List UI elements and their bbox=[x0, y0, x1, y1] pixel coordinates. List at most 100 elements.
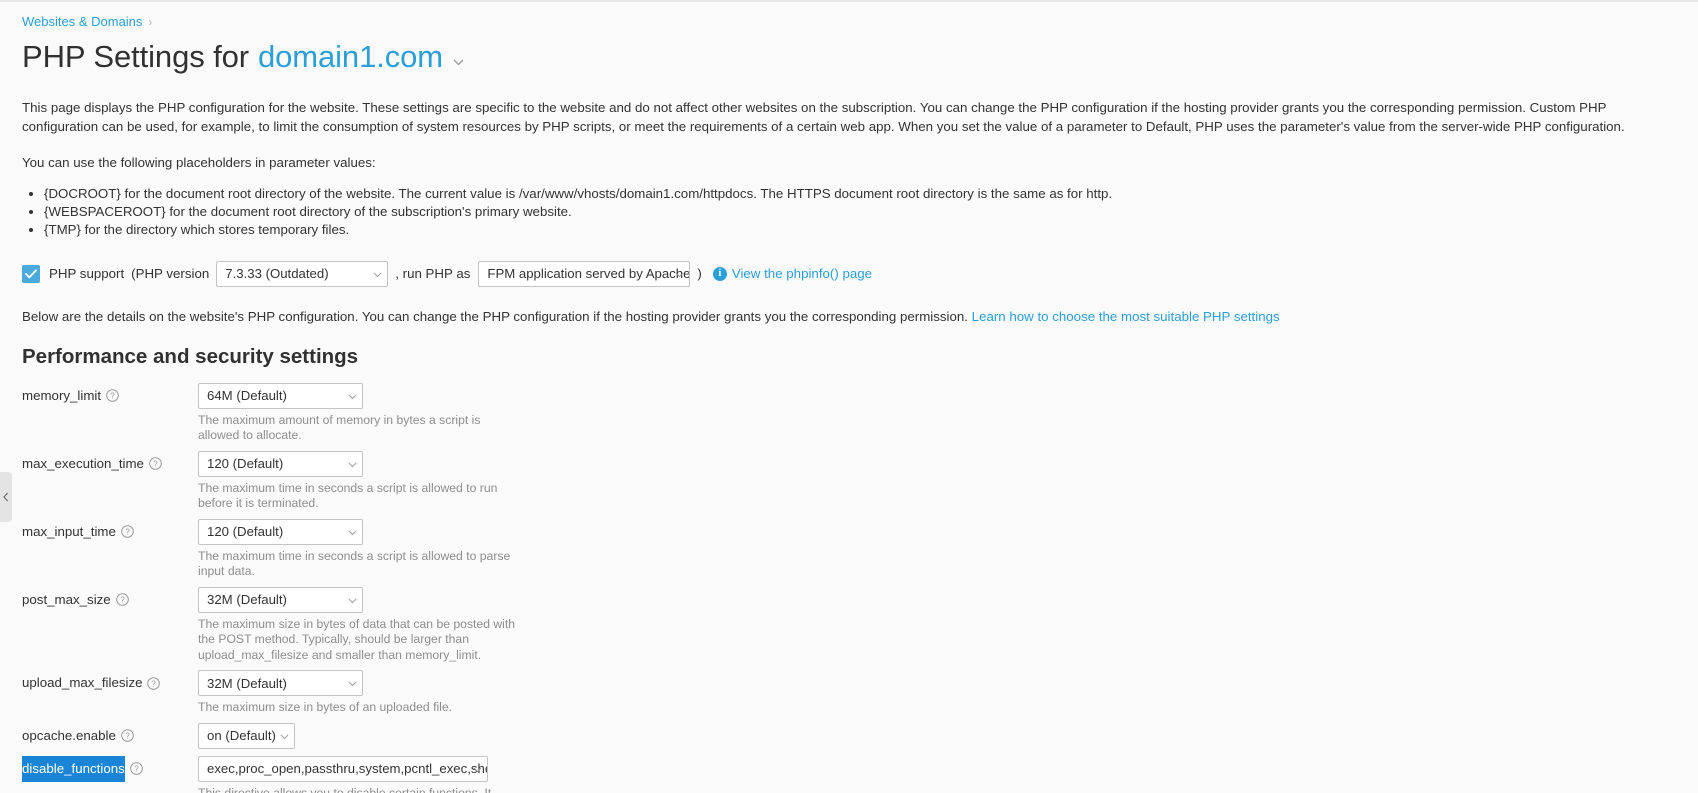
chevron-down-icon bbox=[473, 767, 482, 774]
svg-text:?: ? bbox=[134, 765, 139, 774]
setting-row-max-input-time: max_input_time ? 120 (Default) The maxim… bbox=[22, 518, 1676, 580]
setting-control-opcache-enable: on (Default) bbox=[198, 722, 295, 749]
php-support-checkbox[interactable] bbox=[22, 264, 40, 283]
svg-text:?: ? bbox=[120, 596, 125, 605]
help-icon[interactable]: ? bbox=[149, 457, 162, 471]
setting-row-upload-max-filesize: upload_max_filesize ? 32M (Default) The … bbox=[22, 670, 1676, 716]
placeholders-intro: You can use the following placeholders i… bbox=[22, 155, 376, 170]
chevron-down-icon bbox=[280, 734, 289, 741]
setting-label-upload-max-filesize: upload_max_filesize ? bbox=[22, 670, 198, 696]
placeholder-list: {DOCROOT} for the document root director… bbox=[22, 185, 1676, 239]
post-max-size-value: 32M (Default) bbox=[207, 592, 287, 608]
info-icon: i bbox=[712, 266, 727, 281]
disable-functions-select[interactable]: exec,proc_open,passthru,system,pcntl_exe… bbox=[198, 755, 488, 782]
setting-name: post_max_size bbox=[22, 591, 111, 607]
upload-max-filesize-select[interactable]: 32M (Default) bbox=[198, 670, 363, 697]
php-handler-select[interactable]: FPM application served by Apache bbox=[478, 260, 691, 287]
chevron-down-icon[interactable] bbox=[453, 55, 464, 68]
setting-row-opcache-enable: opcache.enable ? on (Default) bbox=[22, 722, 1676, 749]
setting-row-max-execution-time: max_execution_time ? 120 (Default) The m… bbox=[22, 450, 1676, 512]
page-title: PHP Settings for domain1.com bbox=[22, 38, 1676, 76]
setting-control-upload-max-filesize: 32M (Default) The maximum size in bytes … bbox=[198, 670, 452, 716]
checkmark-icon bbox=[25, 269, 37, 279]
setting-row-disable-functions: disable_functions ? exec,proc_open,passt… bbox=[22, 755, 1676, 793]
list-item: {TMP} for the directory which stores tem… bbox=[44, 221, 1676, 239]
opcache-enable-select[interactable]: on (Default) bbox=[198, 722, 295, 749]
chevron-down-icon bbox=[348, 462, 357, 469]
php-version-prefix: (PHP version bbox=[131, 266, 210, 282]
learn-php-settings-link[interactable]: Learn how to choose the most suitable PH… bbox=[972, 309, 1280, 324]
help-icon[interactable]: ? bbox=[115, 593, 129, 607]
breadcrumb: Websites & Domains › bbox=[22, 0, 1676, 30]
top-divider bbox=[0, 0, 1698, 2]
setting-name: disable_functions bbox=[22, 755, 125, 782]
page-title-domain-link[interactable]: domain1.com bbox=[258, 38, 443, 76]
setting-name: opcache.enable bbox=[22, 727, 116, 743]
view-phpinfo-link[interactable]: i View the phpinfo() page bbox=[712, 266, 873, 282]
setting-name: max_input_time bbox=[22, 523, 116, 539]
opcache-enable-value: on (Default) bbox=[207, 728, 276, 744]
settings-list: memory_limit ? 64M (Default) The maximum… bbox=[22, 382, 1676, 793]
setting-label-max-input-time: max_input_time ? bbox=[22, 519, 198, 545]
max-execution-time-value: 120 (Default) bbox=[207, 456, 284, 472]
setting-label-opcache-enable: opcache.enable ? bbox=[22, 723, 198, 749]
help-icon[interactable]: ? bbox=[106, 389, 119, 403]
setting-description: The maximum amount of memory in bytes a … bbox=[198, 412, 481, 443]
max-input-time-value: 120 (Default) bbox=[207, 524, 284, 540]
setting-control-disable-functions: exec,proc_open,passthru,system,pcntl_exe… bbox=[198, 755, 518, 793]
php-version-select[interactable]: 7.3.33 (Outdated) bbox=[216, 260, 389, 287]
help-icon[interactable]: ? bbox=[121, 729, 134, 743]
svg-text:?: ? bbox=[152, 679, 157, 688]
help-icon[interactable]: ? bbox=[147, 676, 161, 690]
chevron-down-icon bbox=[675, 272, 684, 279]
setting-label-disable-functions: disable_functions ? bbox=[22, 755, 198, 782]
max-input-time-select[interactable]: 120 (Default) bbox=[198, 518, 363, 545]
setting-control-post-max-size: 32M (Default) The maximum size in bytes … bbox=[198, 586, 518, 664]
svg-text:?: ? bbox=[110, 392, 115, 401]
breadcrumb-separator: › bbox=[148, 15, 153, 29]
page-title-prefix: PHP Settings for bbox=[22, 39, 249, 74]
setting-description: The maximum time in seconds a script is … bbox=[198, 480, 498, 511]
setting-control-memory-limit: 64M (Default) The maximum amount of memo… bbox=[198, 382, 518, 444]
chevron-down-icon bbox=[373, 272, 382, 279]
setting-row-memory-limit: memory_limit ? 64M (Default) The maximum… bbox=[22, 382, 1676, 444]
setting-label-post-max-size: post_max_size ? bbox=[22, 587, 198, 613]
setting-name: upload_max_filesize bbox=[22, 675, 143, 691]
php-version-value: 7.3.33 (Outdated) bbox=[225, 266, 329, 282]
memory-limit-select[interactable]: 64M (Default) bbox=[198, 382, 363, 409]
svg-text:?: ? bbox=[125, 732, 130, 741]
setting-name: max_execution_time bbox=[22, 455, 144, 471]
upload-max-filesize-value: 32M (Default) bbox=[207, 675, 287, 691]
setting-control-max-execution-time: 120 (Default) The maximum time in second… bbox=[198, 450, 518, 512]
setting-description: This directive allows you to disable cer… bbox=[198, 785, 492, 793]
breadcrumb-item-websites-domains[interactable]: Websites & Domains bbox=[22, 14, 142, 29]
svg-text:?: ? bbox=[153, 460, 158, 469]
list-item: {DOCROOT} for the document root director… bbox=[44, 185, 1676, 203]
close-paren: ) bbox=[697, 266, 702, 282]
chevron-down-icon bbox=[348, 681, 357, 688]
help-icon[interactable]: ? bbox=[129, 762, 143, 776]
setting-description: The maximum size in bytes of an uploaded… bbox=[198, 700, 453, 715]
chevron-down-icon bbox=[348, 530, 357, 537]
chevron-down-icon bbox=[348, 598, 357, 605]
setting-description: The maximum size in bytes of data that c… bbox=[198, 616, 516, 662]
run-php-as-prefix: , run PHP as bbox=[395, 266, 471, 282]
section-heading-performance-security: Performance and security settings bbox=[22, 344, 359, 368]
details-text: Below are the details on the website's P… bbox=[22, 308, 968, 324]
setting-name: memory_limit bbox=[22, 387, 102, 403]
setting-control-max-input-time: 120 (Default) The maximum time in second… bbox=[198, 518, 518, 580]
chevron-down-icon bbox=[348, 394, 357, 401]
view-phpinfo-label: View the phpinfo() page bbox=[731, 266, 873, 282]
post-max-size-select[interactable]: 32M (Default) bbox=[198, 586, 363, 613]
sidebar-collapse-toggle[interactable] bbox=[0, 472, 12, 522]
memory-limit-value: 64M (Default) bbox=[207, 388, 287, 404]
max-execution-time-select[interactable]: 120 (Default) bbox=[198, 450, 363, 477]
php-handler-value: FPM application served by Apache bbox=[487, 266, 691, 282]
setting-description: The maximum time in seconds a script is … bbox=[198, 548, 511, 579]
help-icon[interactable]: ? bbox=[121, 525, 134, 539]
intro-paragraph: This page displays the PHP configuration… bbox=[22, 100, 1625, 134]
php-support-label: PHP support bbox=[49, 266, 125, 282]
chevron-left-icon bbox=[3, 492, 9, 502]
list-item: {WEBSPACEROOT} for the document root dir… bbox=[44, 203, 1676, 221]
details-description: Below are the details on the website's P… bbox=[22, 307, 1676, 326]
